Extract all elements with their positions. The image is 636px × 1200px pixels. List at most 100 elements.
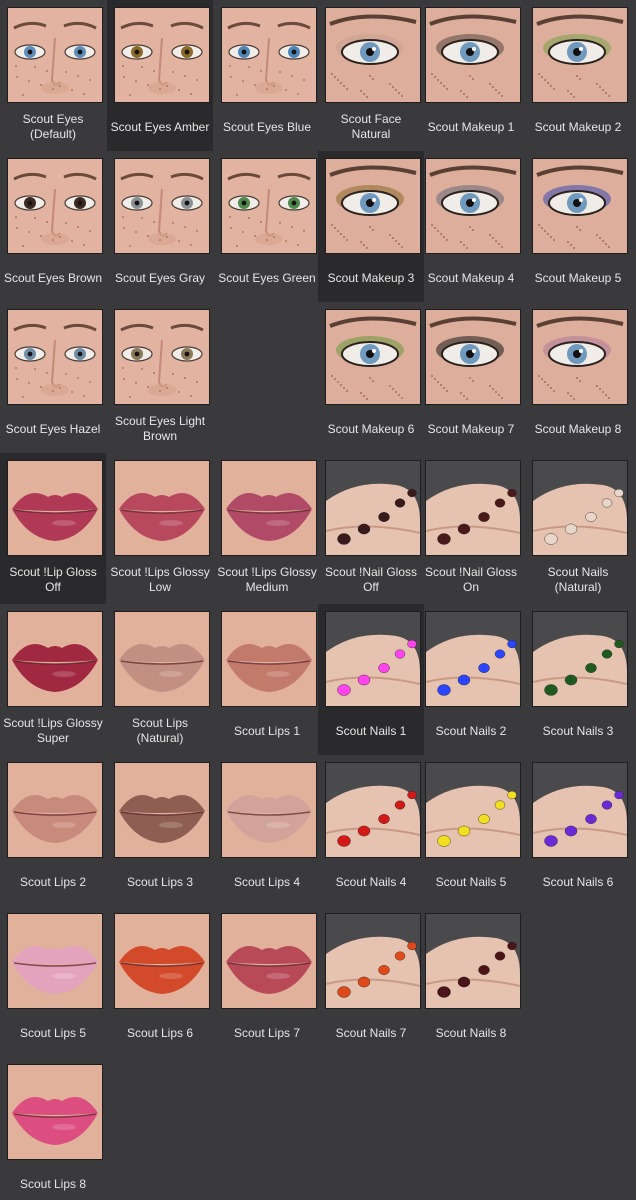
preset-tile-right-5[interactable]: Scout Makeup 5: [525, 151, 631, 302]
preset-tile-left-16[interactable]: Scout Lips 3: [107, 755, 213, 906]
preset-label: Scout Lips 8: [19, 1176, 87, 1191]
preset-tile-right-11[interactable]: Scout Nails (Natural): [525, 453, 631, 604]
preset-tile-left-13[interactable]: Scout Lips (Natural): [107, 604, 213, 755]
preset-tile-right-9[interactable]: Scout !Nail Gloss Off: [318, 453, 424, 604]
preset-tile-left-6[interactable]: Scout Eyes Hazel: [0, 302, 106, 453]
preset-label: Scout Makeup 8: [534, 421, 622, 436]
preset-thumbnail: [221, 7, 317, 103]
preset-thumbnail: [114, 762, 210, 858]
preset-label: Scout Nails 7: [335, 1025, 407, 1040]
preset-tile-left-19[interactable]: Scout Lips 6: [107, 906, 213, 1057]
preset-thumbnail: [325, 913, 421, 1009]
preset-thumbnail: [425, 460, 521, 556]
preset-label: Scout Lips 1: [233, 723, 301, 738]
preset-tile-right-14[interactable]: Scout Nails 3: [525, 604, 631, 755]
preset-label: Scout Eyes Hazel: [5, 421, 101, 436]
preset-thumbnail: [7, 460, 103, 556]
preset-tile-right-2[interactable]: Scout Makeup 2: [525, 0, 631, 151]
preset-tile-left-5[interactable]: Scout Eyes Green: [214, 151, 318, 302]
preset-label: Scout Makeup 5: [534, 270, 622, 285]
preset-thumbnail: [7, 611, 103, 707]
preset-tile-left-0[interactable]: Scout Eyes (Default): [0, 0, 106, 151]
preset-tile-right-15[interactable]: Scout Nails 4: [318, 755, 424, 906]
preset-thumbnail: [425, 913, 521, 1009]
preset-label: Scout !Lips Glossy Medium: [217, 565, 317, 594]
preset-thumbnail: [532, 7, 628, 103]
preset-label: Scout Makeup 7: [427, 421, 515, 436]
preset-panel-right[interactable]: Scout Face Natural Scout Makeup 1 Scout Ma…: [318, 0, 636, 1200]
preset-tile-right-10[interactable]: Scout !Nail Gloss On: [418, 453, 524, 604]
preset-label: Scout Eyes Brown: [3, 270, 103, 285]
preset-tile-right-0[interactable]: Scout Face Natural: [318, 0, 424, 151]
preset-thumbnail: [114, 611, 210, 707]
preset-thumbnail: [7, 309, 103, 405]
preset-thumbnail: [114, 460, 210, 556]
preset-tile-right-7[interactable]: Scout Makeup 7: [418, 302, 524, 453]
preset-thumbnail: [325, 762, 421, 858]
preset-tile-right-8[interactable]: Scout Makeup 8: [525, 302, 631, 453]
preset-thumbnail: [325, 611, 421, 707]
preset-thumbnail: [425, 611, 521, 707]
preset-tile-left-21[interactable]: Scout Lips 8: [0, 1057, 106, 1200]
preset-label: Scout Makeup 2: [534, 119, 622, 134]
preset-tile-left-10[interactable]: Scout !Lips Glossy Low: [107, 453, 213, 604]
preset-tile-right-17[interactable]: Scout Nails 6: [525, 755, 631, 906]
preset-tile-right-6[interactable]: Scout Makeup 6: [318, 302, 424, 453]
preset-tile-left-2[interactable]: Scout Eyes Blue: [214, 0, 318, 151]
preset-panel-left[interactable]: Scout Eyes (Default) Scout Eyes Amber Scou…: [0, 0, 318, 1200]
preset-tile-left-9[interactable]: Scout !Lip Gloss Off: [0, 453, 106, 604]
preset-label: Scout Nails 5: [435, 874, 507, 889]
preset-label: Scout Nails (Natural): [547, 565, 609, 594]
preset-label: Scout Lips 7: [233, 1025, 301, 1040]
preset-thumbnail: [532, 309, 628, 405]
preset-thumbnail: [7, 158, 103, 254]
preset-tile-right-1[interactable]: Scout Makeup 1: [418, 0, 524, 151]
preset-tile-left-12[interactable]: Scout !Lips Glossy Super: [0, 604, 106, 755]
preset-tile-left-20[interactable]: Scout Lips 7: [214, 906, 318, 1057]
preset-label: Scout Nails 6: [542, 874, 614, 889]
preset-tile-right-16[interactable]: Scout Nails 5: [418, 755, 524, 906]
preset-label: Scout Makeup 1: [427, 119, 515, 134]
preset-label: Scout Eyes Green: [218, 270, 316, 285]
preset-tile-right-18[interactable]: Scout Nails 7: [318, 906, 424, 1057]
preset-thumbnail: [7, 1064, 103, 1160]
preset-thumbnail: [325, 158, 421, 254]
preset-tile-left-14[interactable]: Scout Lips 1: [214, 604, 318, 755]
preset-thumbnail: [114, 7, 210, 103]
preset-tile-right-4[interactable]: Scout Makeup 4: [418, 151, 524, 302]
preset-tile-left-1[interactable]: Scout Eyes Amber: [107, 0, 213, 151]
preset-thumbnail: [221, 611, 317, 707]
preset-label: Scout !Nail Gloss Off: [324, 565, 418, 594]
preset-thumbnail: [114, 309, 210, 405]
preset-thumbnail: [425, 309, 521, 405]
preset-tile-left-3[interactable]: Scout Eyes Brown: [0, 151, 106, 302]
preset-tile-left-17[interactable]: Scout Lips 4: [214, 755, 318, 906]
preset-tile-left-15[interactable]: Scout Lips 2: [0, 755, 106, 906]
preset-tile-left-4[interactable]: Scout Eyes Gray: [107, 151, 213, 302]
preset-label: Scout Lips 6: [126, 1025, 194, 1040]
preset-thumbnail: [221, 158, 317, 254]
preset-tile-left-11[interactable]: Scout !Lips Glossy Medium: [214, 453, 318, 604]
preset-tile-right-12[interactable]: Scout Nails 1: [318, 604, 424, 755]
preset-label: Scout Makeup 3: [327, 270, 415, 285]
preset-tile-right-13[interactable]: Scout Nails 2: [418, 604, 524, 755]
preset-thumbnail: [114, 158, 210, 254]
preset-thumbnail: [221, 913, 317, 1009]
preset-thumbnail: [7, 762, 103, 858]
preset-label: Scout Makeup 4: [427, 270, 515, 285]
preset-tile-right-3[interactable]: Scout Makeup 3: [318, 151, 424, 302]
preset-label: Scout Eyes Amber: [110, 119, 210, 134]
preset-label: Scout Eyes (Default): [22, 112, 84, 141]
preset-label: Scout Lips 5: [19, 1025, 87, 1040]
preset-label: Scout !Lip Gloss Off: [9, 565, 97, 594]
preset-label: Scout Eyes Light Brown: [114, 414, 206, 443]
preset-label: Scout !Lips Glossy Super: [3, 716, 103, 745]
preset-label: Scout !Lips Glossy Low: [110, 565, 210, 594]
preset-thumbnail: [325, 460, 421, 556]
preset-tile-right-19[interactable]: Scout Nails 8: [418, 906, 524, 1057]
preset-thumbnail: [221, 460, 317, 556]
preset-tile-left-7[interactable]: Scout Eyes Light Brown: [107, 302, 213, 453]
preset-tile-left-18[interactable]: Scout Lips 5: [0, 906, 106, 1057]
preset-thumbnail: [532, 460, 628, 556]
preset-label: Scout Nails 2: [435, 723, 507, 738]
